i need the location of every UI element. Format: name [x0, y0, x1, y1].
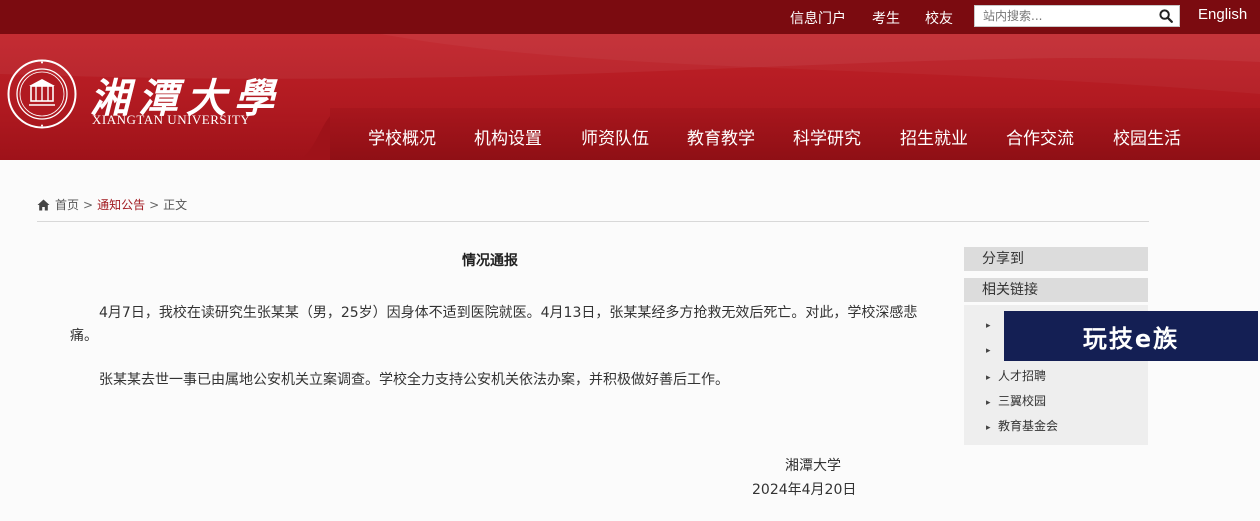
chevron-right-icon: ▸ [986, 423, 991, 433]
chevron-right-icon: ▸ [986, 346, 991, 356]
alumni-link[interactable]: 校友 [925, 8, 953, 28]
article-title: 情况通报 [462, 253, 518, 269]
share-panel-title: 分享到 [964, 247, 1148, 271]
breadcrumb-divider [37, 221, 1149, 222]
nav-item-admissions[interactable]: 招生就业 [900, 124, 968, 149]
sidebar-link-recruitment[interactable]: ▸ 人才招聘 [986, 367, 1046, 384]
related-links-title: 相关链接 [964, 278, 1148, 302]
list-item[interactable]: ▸ [986, 317, 998, 331]
search-icon [1159, 9, 1173, 23]
sidebar-link-sanyi-campus[interactable]: ▸ 三翼校园 [986, 392, 1046, 409]
list-item[interactable]: ▸ [986, 342, 998, 356]
article-paragraph: 4月7日，我校在读研究生张某某（男，25岁）因身体不适到医院就医。4月13日，张… [70, 305, 918, 344]
breadcrumb-home[interactable]: 首页 [55, 196, 79, 213]
search-button[interactable] [1153, 6, 1179, 26]
site-header: 湘潭大學 XIANGTAN UNIVERSITY 学校概况 机构设置 师资队伍 … [0, 34, 1260, 160]
breadcrumb-separator: > [149, 197, 160, 212]
nav-item-research[interactable]: 科学研究 [793, 124, 861, 149]
nav-item-overview[interactable]: 学校概况 [368, 124, 436, 149]
watermark-overlay: 玩技e族 [1004, 311, 1258, 361]
nav-item-organization[interactable]: 机构设置 [474, 124, 542, 149]
university-seal-logo[interactable] [7, 59, 77, 129]
watermark-text: 玩技e族 [1082, 324, 1180, 353]
nav-item-faculty[interactable]: 师资队伍 [581, 124, 649, 149]
university-name-en: XIANGTAN UNIVERSITY [92, 112, 251, 127]
chevron-right-icon: ▸ [986, 373, 991, 383]
article-signature: 湘潭大学 [785, 458, 841, 474]
nav-item-cooperation[interactable]: 合作交流 [1006, 124, 1074, 149]
sidebar-link-label: 教育基金会 [998, 419, 1059, 433]
top-utility-bar: 信息门户 考生 校友 English [0, 0, 1260, 34]
portal-link[interactable]: 信息门户 [790, 8, 846, 28]
english-link[interactable]: English [1198, 6, 1247, 23]
home-icon [37, 199, 50, 210]
site-search [974, 5, 1180, 27]
breadcrumb-separator: > [83, 197, 94, 212]
article-date: 2024年4月20日 [752, 482, 857, 498]
breadcrumb-section[interactable]: 通知公告 [97, 196, 145, 213]
breadcrumb-current-page: 正文 [163, 198, 188, 212]
breadcrumb: 首页 > 通知公告 > 正文 [37, 196, 187, 213]
sidebar-link-label: 人才招聘 [998, 369, 1047, 383]
search-input[interactable] [975, 6, 1153, 26]
applicants-link[interactable]: 考生 [872, 8, 900, 28]
sidebar-link-foundation[interactable]: ▸ 教育基金会 [986, 417, 1058, 434]
nav-item-campus-life[interactable]: 校园生活 [1113, 124, 1181, 149]
sidebar-link-label: 三翼校园 [998, 394, 1047, 408]
nav-item-education[interactable]: 教育教学 [687, 124, 755, 149]
article-paragraph: 张某某去世一事已由属地公安机关立案调查。学校全力支持公安机关依法办案，并积极做好… [99, 372, 729, 388]
chevron-right-icon: ▸ [986, 398, 991, 408]
chevron-right-icon: ▸ [986, 321, 991, 331]
